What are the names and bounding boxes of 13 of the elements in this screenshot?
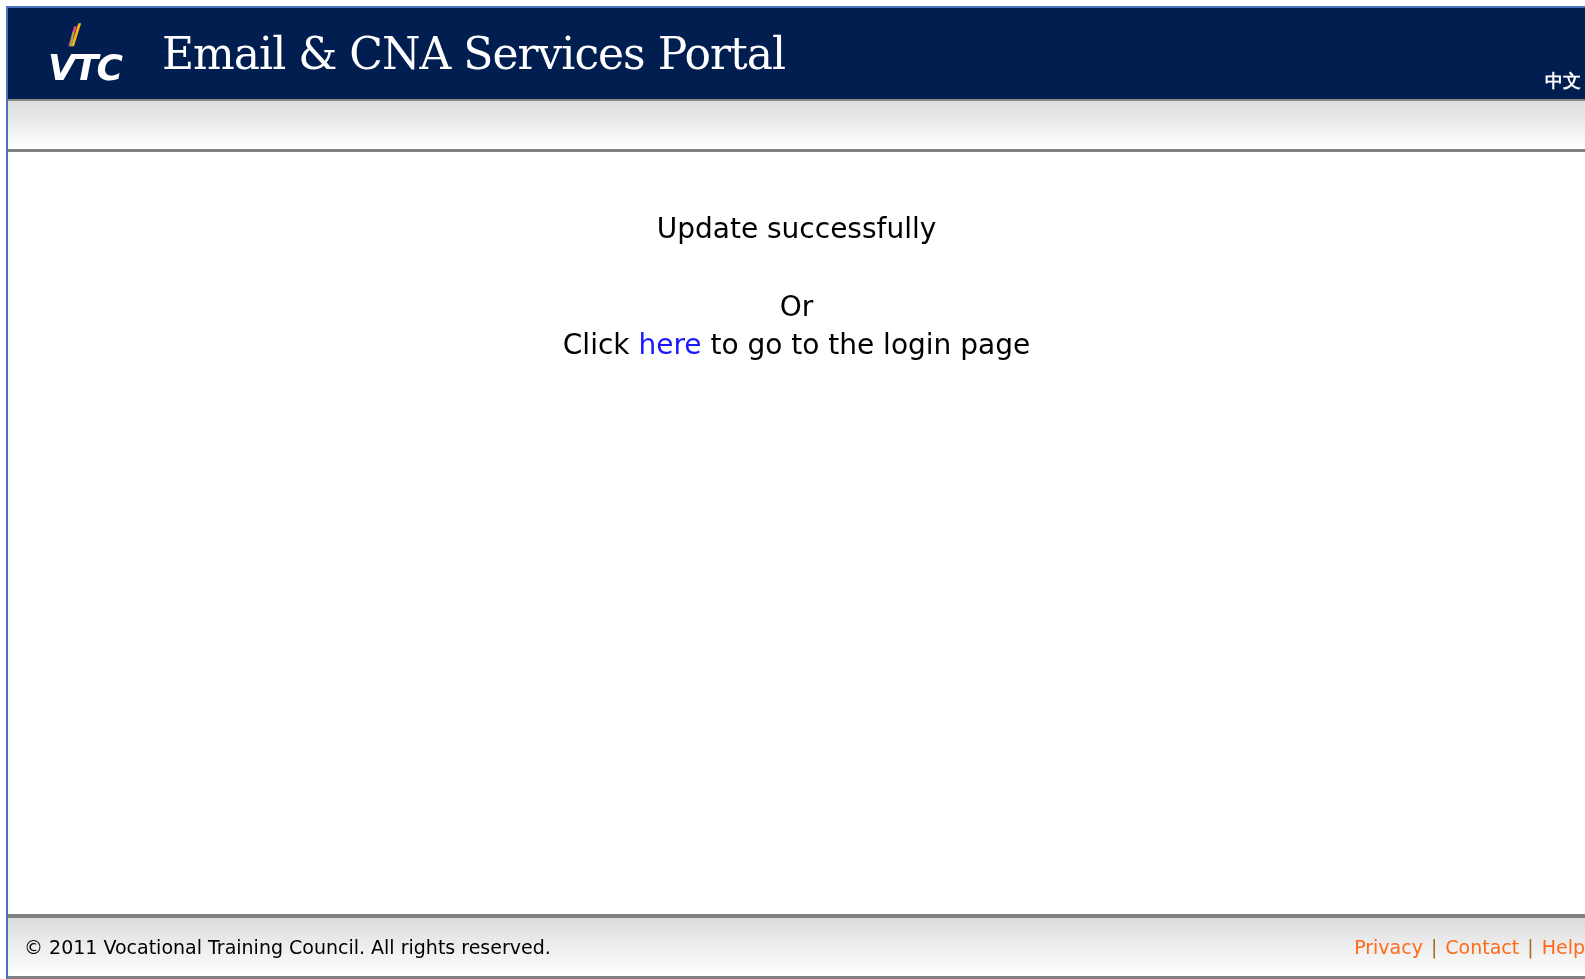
- footer-link[interactable]: Help: [1541, 936, 1585, 958]
- vtc-logo: VTC: [48, 17, 158, 90]
- copyright-text: © 2011 Vocational Training Council. All rights reserved.: [24, 936, 551, 958]
- status-message: Update successfully: [656, 211, 937, 247]
- separator-text: |: [1430, 936, 1438, 958]
- footer-link[interactable]: Privacy: [1354, 936, 1423, 958]
- or-text: Or: [779, 289, 814, 325]
- language-link[interactable]: 中文: [1545, 69, 1581, 93]
- login-prompt: Click here to go to the login page: [562, 327, 1031, 363]
- portal-title: Email & CNA Services Portal: [162, 28, 785, 79]
- login-link[interactable]: here: [638, 328, 702, 361]
- separator-text: |: [1527, 936, 1534, 958]
- footer-link[interactable]: Contact: [1445, 936, 1520, 958]
